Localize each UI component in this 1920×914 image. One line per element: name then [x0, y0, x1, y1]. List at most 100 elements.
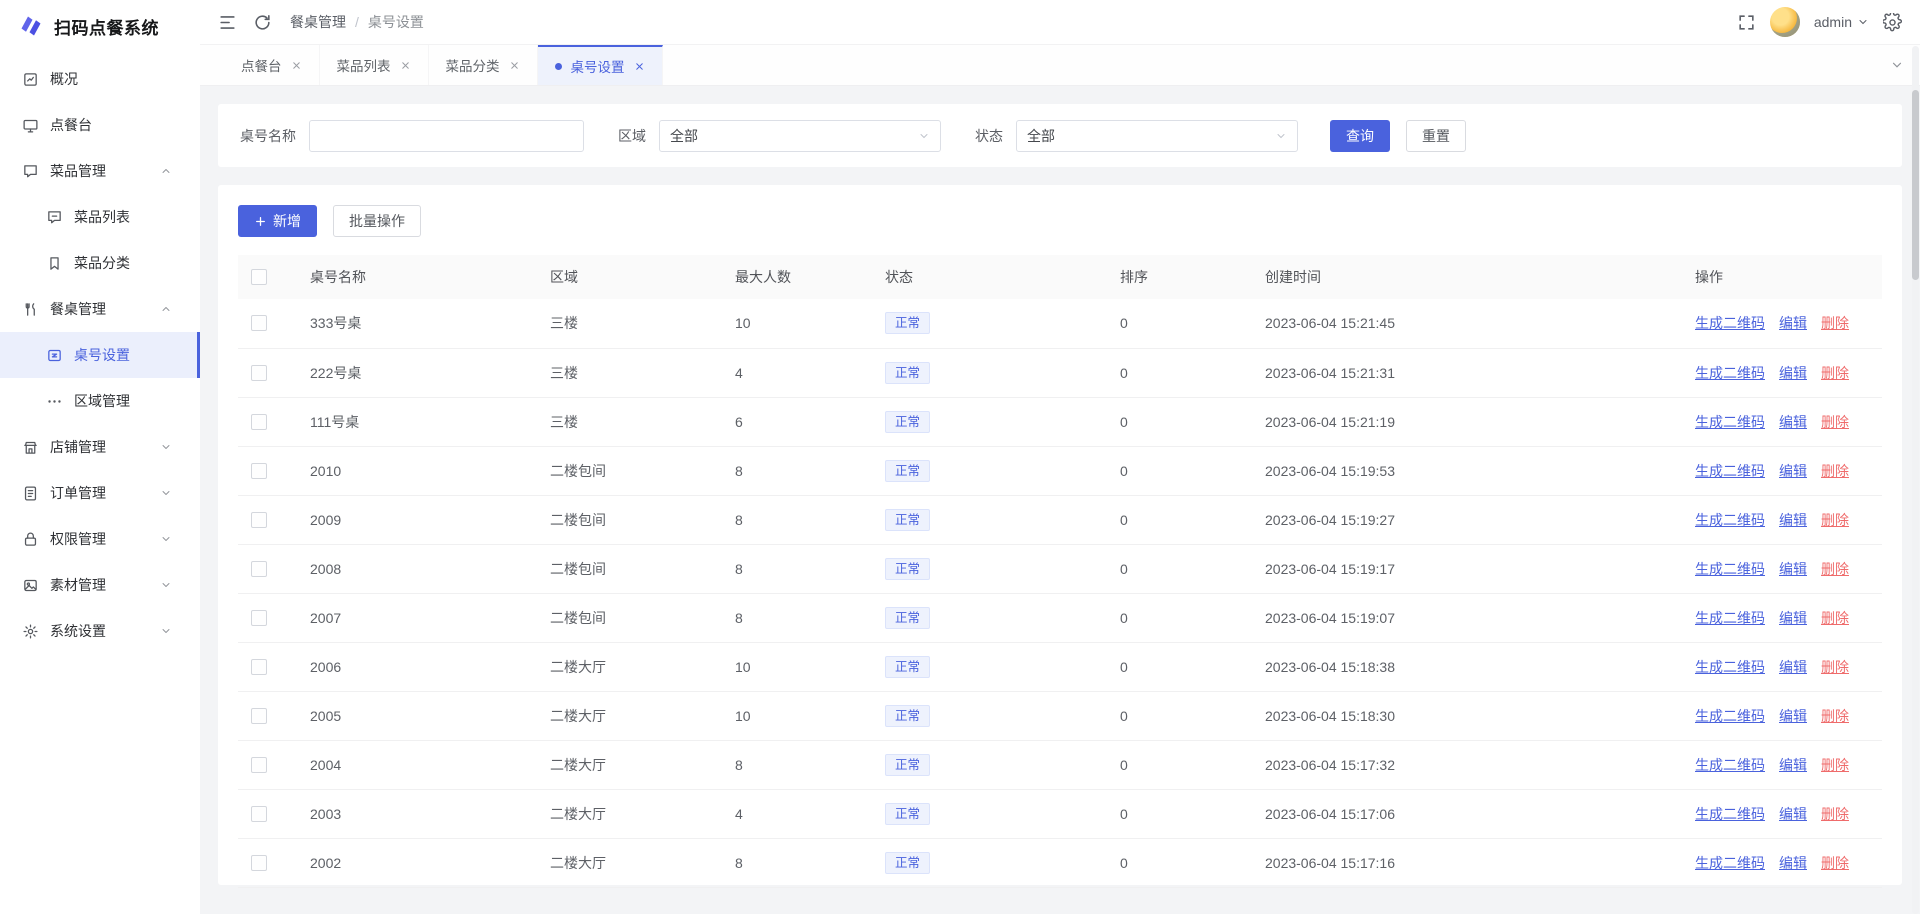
delete-link[interactable]: 删除 — [1821, 561, 1849, 577]
sidebar-item-label: 菜品分类 — [74, 253, 130, 273]
qr-code-link[interactable]: 生成二维码 — [1695, 315, 1765, 331]
delete-link[interactable]: 删除 — [1821, 757, 1849, 773]
delete-link[interactable]: 删除 — [1821, 855, 1849, 871]
menu-fold-icon[interactable] — [218, 13, 237, 32]
edit-link[interactable]: 编辑 — [1779, 757, 1807, 773]
sidebar-item-12[interactable]: 系统设置 — [0, 608, 200, 654]
delete-link[interactable]: 删除 — [1821, 365, 1849, 381]
cell-area: 二楼大厅 — [534, 642, 719, 691]
row-checkbox[interactable] — [251, 757, 267, 773]
fullscreen-icon[interactable] — [1737, 13, 1756, 32]
qr-code-link[interactable]: 生成二维码 — [1695, 806, 1765, 822]
select-all-checkbox[interactable] — [251, 269, 267, 285]
edit-link[interactable]: 编辑 — [1779, 315, 1807, 331]
row-checkbox[interactable] — [251, 414, 267, 430]
tab-1[interactable]: 菜品列表 — [320, 45, 429, 85]
delete-link[interactable]: 删除 — [1821, 463, 1849, 479]
delete-link[interactable]: 删除 — [1821, 512, 1849, 528]
row-checkbox[interactable] — [251, 463, 267, 479]
sidebar-item-0[interactable]: 概况 — [0, 56, 200, 102]
breadcrumb-separator: / — [355, 14, 359, 30]
qr-code-link[interactable]: 生成二维码 — [1695, 561, 1765, 577]
qr-code-link[interactable]: 生成二维码 — [1695, 365, 1765, 381]
edit-link[interactable]: 编辑 — [1779, 610, 1807, 626]
close-icon[interactable] — [291, 60, 302, 71]
qr-code-link[interactable]: 生成二维码 — [1695, 463, 1765, 479]
delete-link[interactable]: 删除 — [1821, 610, 1849, 626]
cell-area: 二楼包间 — [534, 495, 719, 544]
user-menu[interactable]: admin — [1814, 14, 1869, 30]
delete-link[interactable]: 删除 — [1821, 659, 1849, 675]
search-button[interactable]: 查询 — [1330, 120, 1390, 152]
tables-table: 桌号名称区域最大人数状态排序创建时间操作 333号桌三楼10正常02023-06… — [238, 255, 1882, 888]
delete-link[interactable]: 删除 — [1821, 315, 1849, 331]
table-name-input[interactable] — [309, 120, 584, 152]
table-row-11: 2002二楼大厅8正常02023-06-04 15:17:16生成二维码编辑删除 — [238, 838, 1882, 887]
batch-button[interactable]: 批量操作 — [333, 205, 421, 237]
tab-0[interactable]: 点餐台 — [224, 45, 320, 85]
delete-link[interactable]: 删除 — [1821, 708, 1849, 724]
sidebar-item-5[interactable]: 餐桌管理 — [0, 286, 200, 332]
tab-3[interactable]: 桌号设置 — [538, 45, 663, 85]
chevron-up-icon — [160, 165, 172, 177]
qr-code-link[interactable]: 生成二维码 — [1695, 757, 1765, 773]
edit-link[interactable]: 编辑 — [1779, 659, 1807, 675]
qr-code-link[interactable]: 生成二维码 — [1695, 659, 1765, 675]
qr-code-link[interactable]: 生成二维码 — [1695, 512, 1765, 528]
row-checkbox[interactable] — [251, 365, 267, 381]
sidebar-item-7[interactable]: 区域管理 — [0, 378, 200, 424]
tabs-dropdown-icon[interactable] — [1890, 45, 1904, 85]
sidebar-item-3[interactable]: 菜品列表 — [0, 194, 200, 240]
row-checkbox[interactable] — [251, 315, 267, 331]
cell-created: 2023-06-04 15:18:38 — [1249, 642, 1679, 691]
status-label: 状态 — [975, 126, 1003, 146]
breadcrumb-item[interactable]: 餐桌管理 — [290, 12, 346, 32]
close-icon[interactable] — [634, 61, 645, 72]
reset-button[interactable]: 重置 — [1406, 120, 1466, 152]
qr-code-link[interactable]: 生成二维码 — [1695, 610, 1765, 626]
sidebar-item-10[interactable]: 权限管理 — [0, 516, 200, 562]
close-icon[interactable] — [509, 60, 520, 71]
edit-link[interactable]: 编辑 — [1779, 855, 1807, 871]
close-icon[interactable] — [400, 60, 411, 71]
edit-link[interactable]: 编辑 — [1779, 414, 1807, 430]
avatar[interactable] — [1770, 7, 1800, 37]
table-row-8: 2005二楼大厅10正常02023-06-04 15:18:30生成二维码编辑删… — [238, 691, 1882, 740]
sidebar-item-8[interactable]: 店铺管理 — [0, 424, 200, 470]
edit-link[interactable]: 编辑 — [1779, 561, 1807, 577]
row-checkbox[interactable] — [251, 610, 267, 626]
row-checkbox[interactable] — [251, 806, 267, 822]
edit-link[interactable]: 编辑 — [1779, 708, 1807, 724]
cell-created: 2023-06-04 15:19:07 — [1249, 593, 1679, 642]
edit-link[interactable]: 编辑 — [1779, 512, 1807, 528]
sidebar-item-label: 系统设置 — [50, 621, 106, 641]
delete-link[interactable]: 删除 — [1821, 414, 1849, 430]
row-checkbox[interactable] — [251, 659, 267, 675]
tab-2[interactable]: 菜品分类 — [429, 45, 538, 85]
qr-code-link[interactable]: 生成二维码 — [1695, 708, 1765, 724]
row-checkbox[interactable] — [251, 708, 267, 724]
area-select[interactable]: 全部 — [659, 120, 941, 152]
row-checkbox[interactable] — [251, 561, 267, 577]
scrollbar-thumb[interactable] — [1912, 90, 1919, 280]
edit-link[interactable]: 编辑 — [1779, 806, 1807, 822]
sidebar-item-1[interactable]: 点餐台 — [0, 102, 200, 148]
row-checkbox[interactable] — [251, 855, 267, 871]
sidebar-item-11[interactable]: 素材管理 — [0, 562, 200, 608]
gear-icon[interactable] — [1883, 13, 1902, 32]
refresh-icon[interactable] — [253, 13, 272, 32]
sidebar-item-9[interactable]: 订单管理 — [0, 470, 200, 516]
edit-link[interactable]: 编辑 — [1779, 463, 1807, 479]
sidebar-item-2[interactable]: 菜品管理 — [0, 148, 200, 194]
cell-sort: 0 — [1104, 740, 1249, 789]
row-checkbox[interactable] — [251, 512, 267, 528]
sidebar-item-6[interactable]: 桌号设置 — [0, 332, 200, 378]
cell-name: 2008 — [294, 544, 534, 593]
sidebar-item-4[interactable]: 菜品分类 — [0, 240, 200, 286]
qr-code-link[interactable]: 生成二维码 — [1695, 414, 1765, 430]
add-button[interactable]: 新增 — [238, 205, 317, 237]
edit-link[interactable]: 编辑 — [1779, 365, 1807, 381]
delete-link[interactable]: 删除 — [1821, 806, 1849, 822]
status-select[interactable]: 全部 — [1016, 120, 1298, 152]
qr-code-link[interactable]: 生成二维码 — [1695, 855, 1765, 871]
